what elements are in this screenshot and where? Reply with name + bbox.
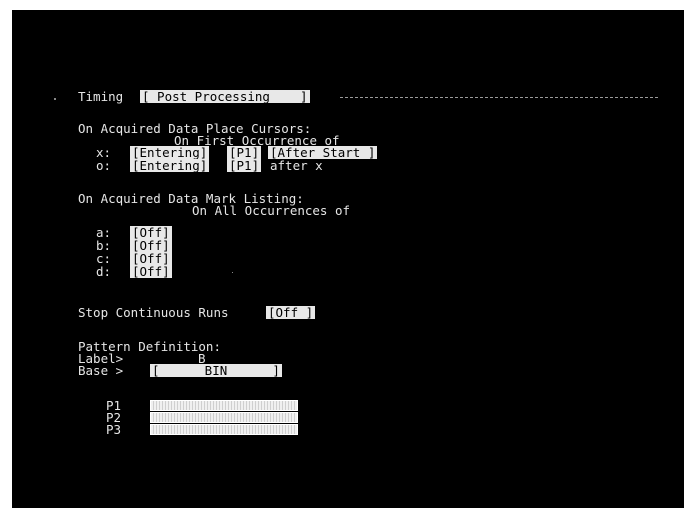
timing-label: Timing (78, 89, 124, 104)
pattern-p3-label: P3 (106, 422, 122, 437)
timing-dash-line (340, 97, 658, 98)
pattern-p1-field[interactable] (150, 400, 298, 411)
pattern-p2-field[interactable] (150, 412, 298, 423)
logic-analyzer-screen: Timing [ Post Processing ] On Acquired D… (12, 10, 684, 508)
pattern-p3-field[interactable] (150, 424, 298, 435)
timing-mode-field[interactable]: [ Post Processing ] (140, 90, 310, 103)
stop-continuous-field[interactable]: [Off ] (266, 306, 316, 319)
cursor-o-label: o: (96, 158, 112, 173)
screen-marker (232, 272, 233, 273)
mark-d-label: d: (96, 264, 112, 279)
screen-marker (54, 98, 56, 100)
cursor-o-when-text: after x (270, 158, 323, 173)
pattern-base-field[interactable]: [ BIN ] (150, 364, 282, 377)
stop-continuous-label: Stop Continuous Runs (78, 305, 229, 320)
cursor-o-pattern-field[interactable]: [P1] (227, 159, 262, 172)
mark-listing-subheading: On All Occurrences of (192, 203, 351, 218)
mark-d-field[interactable]: [Off] (130, 265, 172, 278)
pattern-base-prompt: Base > (78, 363, 124, 378)
cursor-o-qualifier-field[interactable]: [Entering] (130, 159, 210, 172)
